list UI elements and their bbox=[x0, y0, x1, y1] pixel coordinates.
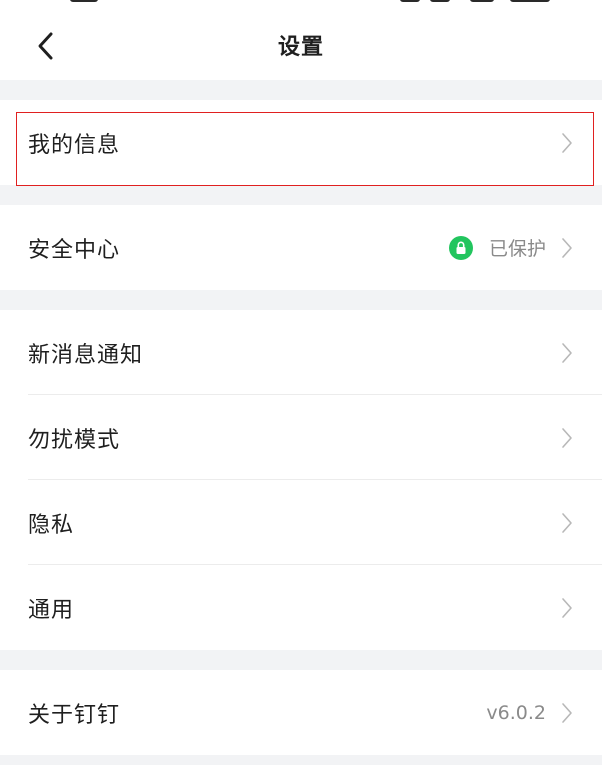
navigation-bar: 设置 bbox=[0, 10, 602, 80]
app-version-text: v6.0.2 bbox=[486, 701, 546, 724]
settings-group-profile: 我的信息 bbox=[0, 100, 602, 185]
chevron-right-icon bbox=[560, 341, 574, 365]
settings-group-security: 安全中心 已保护 bbox=[0, 205, 602, 290]
row-label: 通用 bbox=[28, 597, 75, 623]
row-label: 安全中心 bbox=[28, 237, 121, 263]
row-label: 我的信息 bbox=[28, 132, 121, 158]
row-label: 隐私 bbox=[28, 512, 75, 538]
status-bar bbox=[0, 0, 602, 10]
status-time-fragment bbox=[70, 0, 98, 2]
settings-row-privacy[interactable]: 隐私 bbox=[0, 480, 602, 565]
settings-row-about-dingtalk[interactable]: 关于钉钉 v6.0.2 bbox=[0, 670, 602, 755]
chevron-right-icon bbox=[560, 596, 574, 620]
page-title: 设置 bbox=[277, 35, 324, 60]
status-icon-fragment bbox=[400, 0, 420, 2]
settings-row-security-center[interactable]: 安全中心 已保护 bbox=[0, 205, 602, 290]
settings-row-my-info[interactable]: 我的信息 bbox=[0, 100, 602, 185]
settings-group-general: 新消息通知 勿扰模式 隐私 通用 bbox=[0, 310, 602, 650]
chevron-right-icon bbox=[560, 701, 574, 725]
back-button[interactable] bbox=[28, 28, 64, 64]
chevron-right-icon bbox=[560, 426, 574, 450]
row-label: 关于钉钉 bbox=[28, 702, 121, 728]
security-status-text: 已保护 bbox=[488, 238, 546, 260]
row-label: 新消息通知 bbox=[28, 342, 144, 368]
status-icon-fragment bbox=[430, 0, 450, 2]
chevron-right-icon bbox=[560, 511, 574, 535]
row-label: 勿扰模式 bbox=[28, 427, 121, 453]
chevron-left-icon bbox=[38, 32, 53, 60]
status-icon-fragment bbox=[470, 0, 494, 2]
chevron-right-icon bbox=[560, 131, 574, 155]
status-battery-fragment bbox=[510, 0, 550, 2]
chevron-right-icon bbox=[560, 236, 574, 260]
settings-group-about: 关于钉钉 v6.0.2 bbox=[0, 670, 602, 755]
settings-row-general[interactable]: 通用 bbox=[0, 565, 602, 650]
lock-icon bbox=[448, 235, 473, 260]
settings-row-new-message-notification[interactable]: 新消息通知 bbox=[0, 310, 602, 395]
settings-row-do-not-disturb[interactable]: 勿扰模式 bbox=[0, 395, 602, 480]
